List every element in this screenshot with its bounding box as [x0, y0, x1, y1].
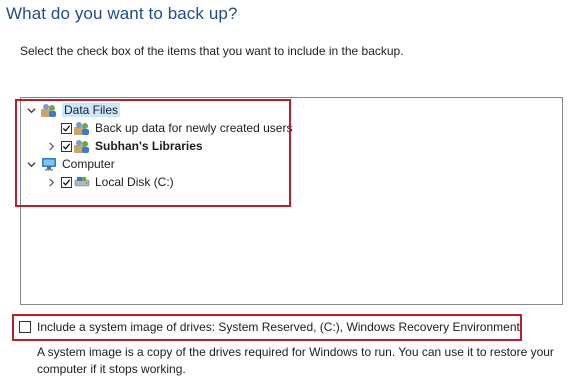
checkbox-system-image[interactable] — [19, 321, 31, 333]
instruction-text: Select the check box of the items that y… — [20, 44, 404, 58]
system-image-label: Include a system image of drives: System… — [37, 320, 520, 334]
system-image-option[interactable]: Include a system image of drives: System… — [19, 320, 520, 334]
page-title: What do you want to back up? — [6, 4, 238, 23]
tree-highlight-frame — [15, 99, 291, 207]
system-image-description: A system image is a copy of the drives r… — [37, 345, 554, 376]
